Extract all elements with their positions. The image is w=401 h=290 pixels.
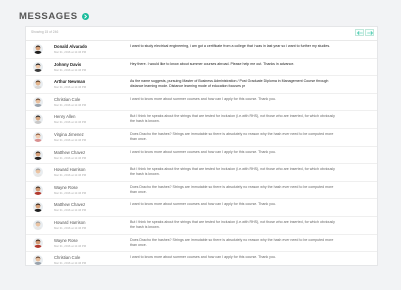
message-date: Mar 31, 2016 at 11:46 PM (54, 225, 87, 230)
prev-page-button[interactable] (355, 29, 364, 36)
message-row[interactable]: Johnny Davis Mar 31, 2016 at 11:46 PM Hey … (26, 57, 377, 76)
message-row[interactable]: Howard Harrison Mar 31, 2016 at 11:46 PM B… (26, 215, 377, 234)
arrow-right-icon (366, 30, 373, 35)
avatar (33, 131, 43, 142)
message-preview[interactable]: But I think he speaks about the strings … (130, 114, 338, 124)
message-date: Mar 31, 2016 at 11:46 PM (54, 243, 87, 248)
message-preview[interactable]: But I think he speaks about the strings … (130, 167, 338, 177)
message-row[interactable]: Matthew Chavez Mar 31, 2016 at 11:46 PM I … (26, 145, 377, 164)
message-date: Mar 31, 2016 at 11:46 PM (54, 190, 87, 195)
message-date: Mar 31, 2016 at 11:46 PM (54, 85, 87, 90)
message-preview[interactable]: I want to study electrical engineering, … (130, 44, 338, 49)
sender-name[interactable]: Donald Alvarado (54, 44, 87, 49)
avatar (33, 219, 43, 230)
chevron-right-icon[interactable] (81, 12, 89, 20)
message-preview[interactable]: I want to know more about summer courses… (130, 97, 338, 102)
message-row[interactable]: Howard Harrison Mar 31, 2016 at 11:46 PM B… (26, 163, 377, 181)
next-page-button[interactable] (365, 29, 374, 36)
sender-name[interactable]: Christian Cole (54, 97, 80, 102)
page-header: MESSAGES (19, 10, 89, 22)
message-row[interactable]: Henry Allen Mar 31, 2016 at 11:46 PM But I… (26, 110, 377, 128)
avatar (33, 149, 43, 160)
avatar (33, 96, 43, 107)
pager (355, 29, 374, 36)
sender-name[interactable]: Christian Cole (54, 255, 80, 260)
message-preview[interactable]: Does Dracho the hashes? Strings are immu… (130, 185, 338, 195)
message-preview[interactable]: Does Dracho the hashes? Strings are immu… (130, 238, 338, 248)
message-row[interactable]: Wayne Rose Mar 31, 2016 at 11:46 PM Does D… (26, 180, 377, 199)
message-preview[interactable]: Does Dracho the hashes? Strings are immu… (130, 132, 338, 142)
message-list: Donald Alvarado Mar 31, 2016 at 11:46 PM I… (26, 40, 377, 269)
page-title: MESSAGES (19, 10, 78, 22)
sender-name[interactable]: Matthew Chavez (54, 150, 85, 155)
sender-name[interactable]: Johnny Davis (54, 62, 81, 67)
message-preview[interactable]: I want to know more about summer courses… (130, 150, 338, 155)
avatar (33, 184, 43, 195)
message-date: Mar 31, 2016 at 11:46 PM (54, 67, 87, 72)
message-preview[interactable]: But I think he speaks about the strings … (130, 220, 338, 230)
message-date: Mar 31, 2016 at 11:46 PM (54, 120, 87, 125)
sender-name[interactable]: Arthur Newman (54, 79, 85, 84)
message-preview[interactable]: I want to know more about summer courses… (130, 255, 338, 260)
sender-name[interactable]: Henry Allen (54, 114, 75, 119)
message-date: Mar 31, 2016 at 11:46 PM (54, 155, 87, 160)
avatar (33, 167, 43, 178)
avatar (33, 61, 43, 72)
message-date: Mar 31, 2016 at 11:46 PM (54, 208, 87, 213)
message-preview[interactable]: I want to know more about summer courses… (130, 202, 338, 207)
message-date: Mar 31, 2016 at 11:46 PM (54, 102, 87, 107)
avatar (33, 44, 43, 54)
message-preview[interactable]: Hey there. I would like to know about su… (130, 62, 338, 67)
message-date: Mar 31, 2016 at 11:46 PM (54, 137, 87, 142)
message-row[interactable]: Donald Alvarado Mar 31, 2016 at 11:46 PM I… (26, 40, 377, 58)
sender-name[interactable]: Howard Harrison (54, 220, 85, 225)
avatar (33, 79, 43, 90)
panel-toolbar: Showing 15 of 246 (26, 27, 377, 40)
avatar (33, 237, 43, 248)
showing-count: Showing 15 of 246 (31, 30, 59, 34)
message-row[interactable]: Virgina Jimenez Mar 31, 2016 at 11:46 PM D… (26, 127, 377, 146)
arrow-left-icon (356, 30, 363, 35)
message-date: Mar 31, 2016 at 11:46 PM (54, 173, 87, 178)
message-row[interactable]: Arthur Newman Mar 31, 2016 at 11:46 PM As … (26, 75, 377, 93)
sender-name[interactable]: Wayne Rose (54, 238, 78, 243)
message-date: Mar 31, 2016 at 11:46 PM (54, 50, 87, 54)
message-row[interactable]: Wayne Rose Mar 31, 2016 at 11:46 PM Does D… (26, 233, 377, 252)
sender-name[interactable]: Virgina Jimenez (54, 132, 84, 137)
sender-name[interactable]: Matthew Chavez (54, 202, 85, 207)
message-row[interactable]: Christian Cole Mar 31, 2016 at 11:46 PM I … (26, 92, 377, 111)
avatar (33, 202, 43, 213)
message-row[interactable]: Christian Cole Mar 31, 2016 at 11:46 PM I … (26, 251, 377, 269)
message-row[interactable]: Matthew Chavez Mar 31, 2016 at 11:46 PM I … (26, 198, 377, 216)
avatar (33, 114, 43, 125)
sender-name[interactable]: Howard Harrison (54, 167, 85, 172)
message-date: Mar 31, 2016 at 11:46 PM (54, 261, 87, 266)
messages-panel: Showing 15 of 246 Donald Alvarado Mar 31,… (25, 26, 378, 266)
sender-name[interactable]: Wayne Rose (54, 185, 78, 190)
avatar (33, 255, 43, 266)
message-preview[interactable]: As the name suggests, pursuing Master of… (130, 79, 338, 89)
